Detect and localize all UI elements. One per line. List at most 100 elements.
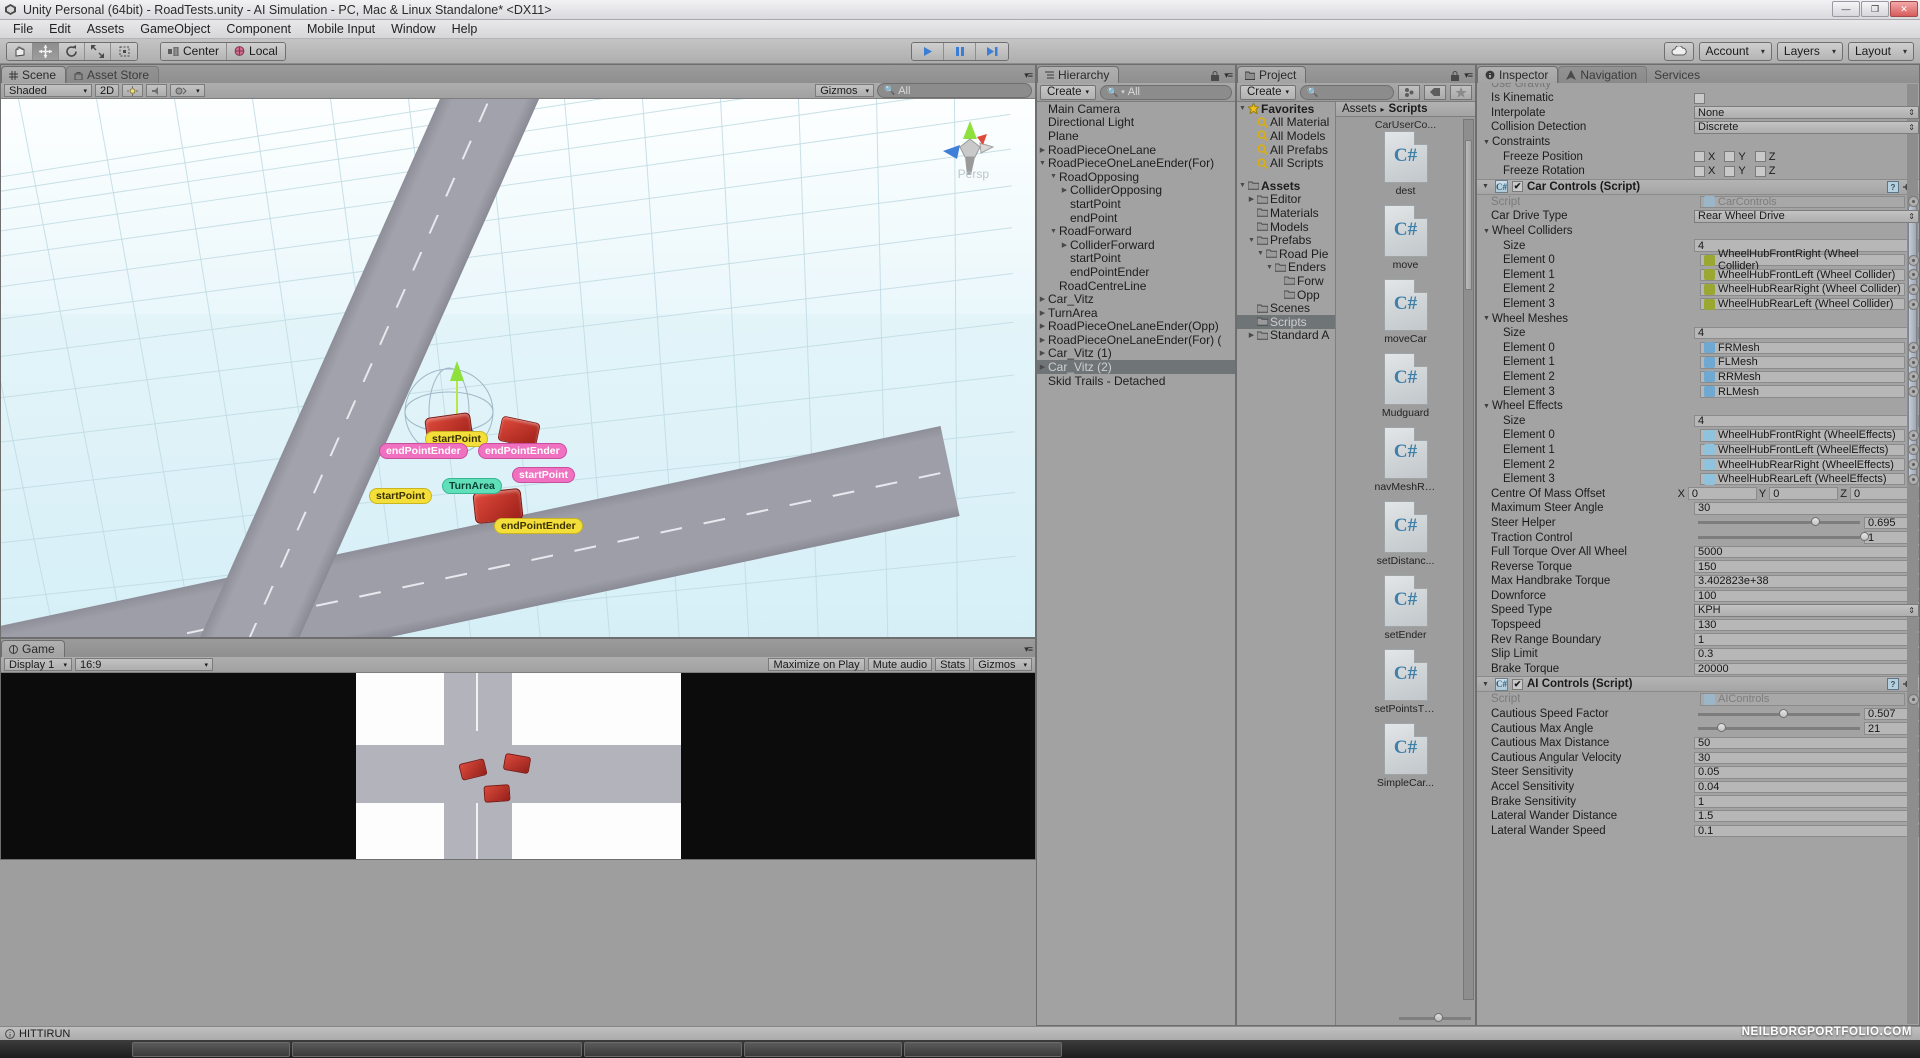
aspect-dropdown[interactable]: 16:9 ▾ — [75, 658, 213, 671]
panel-menu-icon[interactable]: ▾≡ — [1464, 70, 1472, 81]
object-picker-icon[interactable] — [1908, 430, 1919, 441]
project-tree-item[interactable]: ▶All Scripts — [1237, 156, 1335, 170]
stats-toggle[interactable]: Stats — [935, 658, 970, 671]
toggle-fx-button[interactable]: ▾ — [170, 84, 205, 97]
project-tree-item[interactable]: ▶Models — [1237, 220, 1335, 234]
toggle-audio-button[interactable] — [146, 84, 167, 97]
object-picker-icon[interactable] — [1908, 255, 1919, 266]
project-asset-item[interactable]: C#move — [1375, 205, 1437, 271]
hierarchy-item[interactable]: ▼RoadOpposing — [1037, 170, 1235, 184]
scene-label-endpointender[interactable]: endPointEnder — [379, 443, 468, 459]
game-viewport[interactable] — [1, 673, 1035, 859]
tab-hierarchy[interactable]: Hierarchy — [1037, 66, 1119, 83]
twirl-icon[interactable]: ▶ — [1059, 241, 1070, 249]
panel-menu-icon[interactable]: ▾≡ — [1024, 70, 1032, 81]
object-field[interactable]: WheelHubFrontRight (WheelEffects) — [1700, 429, 1905, 442]
object-field[interactable]: WheelHubRearRight (WheelEffects) — [1700, 458, 1905, 471]
foldout-arrow-icon[interactable]: ▼ — [1481, 228, 1492, 235]
slider[interactable] — [1698, 536, 1860, 539]
project-create-button[interactable]: Create ▾ — [1240, 85, 1296, 100]
project-asset-item[interactable]: C#moveCar — [1375, 279, 1437, 345]
text-field[interactable]: 30 — [1694, 502, 1919, 515]
text-field[interactable]: 50 — [1694, 737, 1919, 750]
slider[interactable] — [1698, 521, 1860, 524]
checkbox-y[interactable] — [1724, 166, 1735, 177]
object-field[interactable]: AIControls — [1700, 693, 1905, 706]
twirl-icon[interactable]: ▶ — [1037, 322, 1048, 330]
project-asset-item[interactable]: C#SimpleCar... — [1375, 723, 1437, 789]
foldout-arrow-icon[interactable]: ▼ — [1480, 183, 1491, 190]
twirl-icon[interactable]: ▶ — [1037, 363, 1048, 371]
hierarchy-item[interactable]: ▶RoadPieceOneLaneEnder(Opp) — [1037, 320, 1235, 334]
project-tree-item[interactable]: ▼Assets — [1237, 179, 1335, 193]
layers-dropdown[interactable]: Layers ▾ — [1777, 42, 1843, 61]
text-field[interactable]: 0.05 — [1694, 766, 1919, 779]
hierarchy-item[interactable]: ▶endPointEnder — [1037, 265, 1235, 279]
hierarchy-item[interactable]: ▶startPoint — [1037, 197, 1235, 211]
vector3-y-field[interactable]: 0 — [1769, 487, 1838, 500]
project-tree-item[interactable]: ▶All Material — [1237, 116, 1335, 130]
taskbar-item[interactable] — [584, 1042, 742, 1057]
project-grid-scrollbar[interactable] — [1463, 119, 1474, 1000]
pivot-mode-button[interactable]: Center — [161, 43, 227, 60]
object-field[interactable]: RRMesh — [1700, 371, 1905, 384]
twirl-icon[interactable]: ▼ — [1246, 237, 1257, 244]
scene-search-input[interactable]: 🔍 All — [877, 83, 1032, 98]
slider[interactable] — [1698, 727, 1860, 730]
foldout-arrow-icon[interactable]: ▼ — [1481, 315, 1492, 322]
project-tree-item[interactable]: ▶Standard A — [1237, 329, 1335, 343]
hierarchy-item[interactable]: ▶Directional Light — [1037, 116, 1235, 130]
hierarchy-item[interactable]: ▶endPoint — [1037, 211, 1235, 225]
scene-viewport[interactable]: startPoint endPointEnder endPointEnder star… — [1, 99, 1035, 637]
component-header[interactable]: ▼C#✔Car Controls (Script)? — [1477, 179, 1919, 195]
breadcrumb-item[interactable]: Assets — [1342, 103, 1377, 115]
twirl-icon[interactable]: ▶ — [1037, 146, 1048, 154]
foldout-arrow-icon[interactable]: ▼ — [1481, 139, 1492, 146]
taskbar-item[interactable] — [132, 1042, 290, 1057]
project-asset-item[interactable]: C#dest — [1375, 131, 1437, 197]
hierarchy-create-button[interactable]: Create ▾ — [1040, 85, 1096, 100]
project-tree-item[interactable]: ▶All Models — [1237, 129, 1335, 143]
object-field[interactable]: WheelHubFrontLeft (Wheel Collider) — [1700, 269, 1905, 282]
menu-gameobject[interactable]: GameObject — [132, 20, 218, 38]
panel-menu-icon[interactable]: ▾≡ — [1224, 70, 1232, 81]
text-field[interactable]: 0.04 — [1694, 781, 1919, 794]
project-tree-item[interactable]: ▶Forw — [1237, 274, 1335, 288]
project-search-input[interactable]: 🔍 — [1300, 85, 1394, 100]
twirl-icon[interactable]: ▶ — [1037, 349, 1048, 357]
twirl-icon[interactable]: ▼ — [1037, 160, 1048, 167]
breadcrumb-item[interactable]: Scripts — [1389, 103, 1428, 115]
scene-label-endpointender[interactable]: endPointEnder — [494, 518, 583, 534]
text-field[interactable]: 4 — [1694, 415, 1919, 428]
project-tree-item[interactable]: ▶Opp — [1237, 288, 1335, 302]
object-picker-icon[interactable] — [1908, 386, 1919, 397]
hierarchy-item[interactable]: ▶Car_Vitz (2) — [1037, 360, 1235, 374]
project-tree-item[interactable]: ▼Enders — [1237, 261, 1335, 275]
scene-label-startpoint[interactable]: startPoint — [369, 488, 432, 504]
menu-component[interactable]: Component — [218, 20, 299, 38]
project-asset-item[interactable]: C#Mudguard — [1375, 353, 1437, 419]
toggle-lighting-button[interactable] — [122, 84, 143, 97]
shading-mode-dropdown[interactable]: Shaded ▾ — [4, 84, 92, 97]
account-dropdown[interactable]: Account ▾ — [1699, 42, 1772, 61]
hierarchy-item[interactable]: ▶RoadPieceOneLaneEnder(For) ( — [1037, 333, 1235, 347]
scene-label-turnarea[interactable]: TurnArea — [442, 478, 502, 494]
rotate-tool-icon[interactable] — [59, 43, 85, 60]
project-tree-item[interactable]: ▼Prefabs — [1237, 233, 1335, 247]
project-tree[interactable]: ▼Favorites▶All Material▶All Models▶All P… — [1237, 102, 1335, 1025]
hierarchy-item[interactable]: ▶Car_Vitz — [1037, 292, 1235, 306]
project-tree-item[interactable]: ▼Favorites — [1237, 102, 1335, 116]
object-picker-icon[interactable] — [1908, 474, 1919, 485]
checkbox-z[interactable] — [1755, 166, 1766, 177]
project-grid-scroll-thumb[interactable] — [1465, 140, 1472, 290]
menu-edit[interactable]: Edit — [41, 20, 79, 38]
scene-label-startpoint[interactable]: startPoint — [512, 467, 575, 483]
text-field[interactable]: 1 — [1694, 795, 1919, 808]
object-picker-icon[interactable] — [1908, 357, 1919, 368]
tab-services[interactable]: Services — [1647, 66, 1709, 83]
twirl-icon[interactable]: ▼ — [1255, 250, 1266, 257]
text-field[interactable]: 100 — [1694, 590, 1919, 603]
object-field[interactable]: RLMesh — [1700, 385, 1905, 398]
tab-navigation[interactable]: Navigation — [1558, 66, 1647, 83]
move-tool-icon[interactable] — [33, 43, 59, 60]
